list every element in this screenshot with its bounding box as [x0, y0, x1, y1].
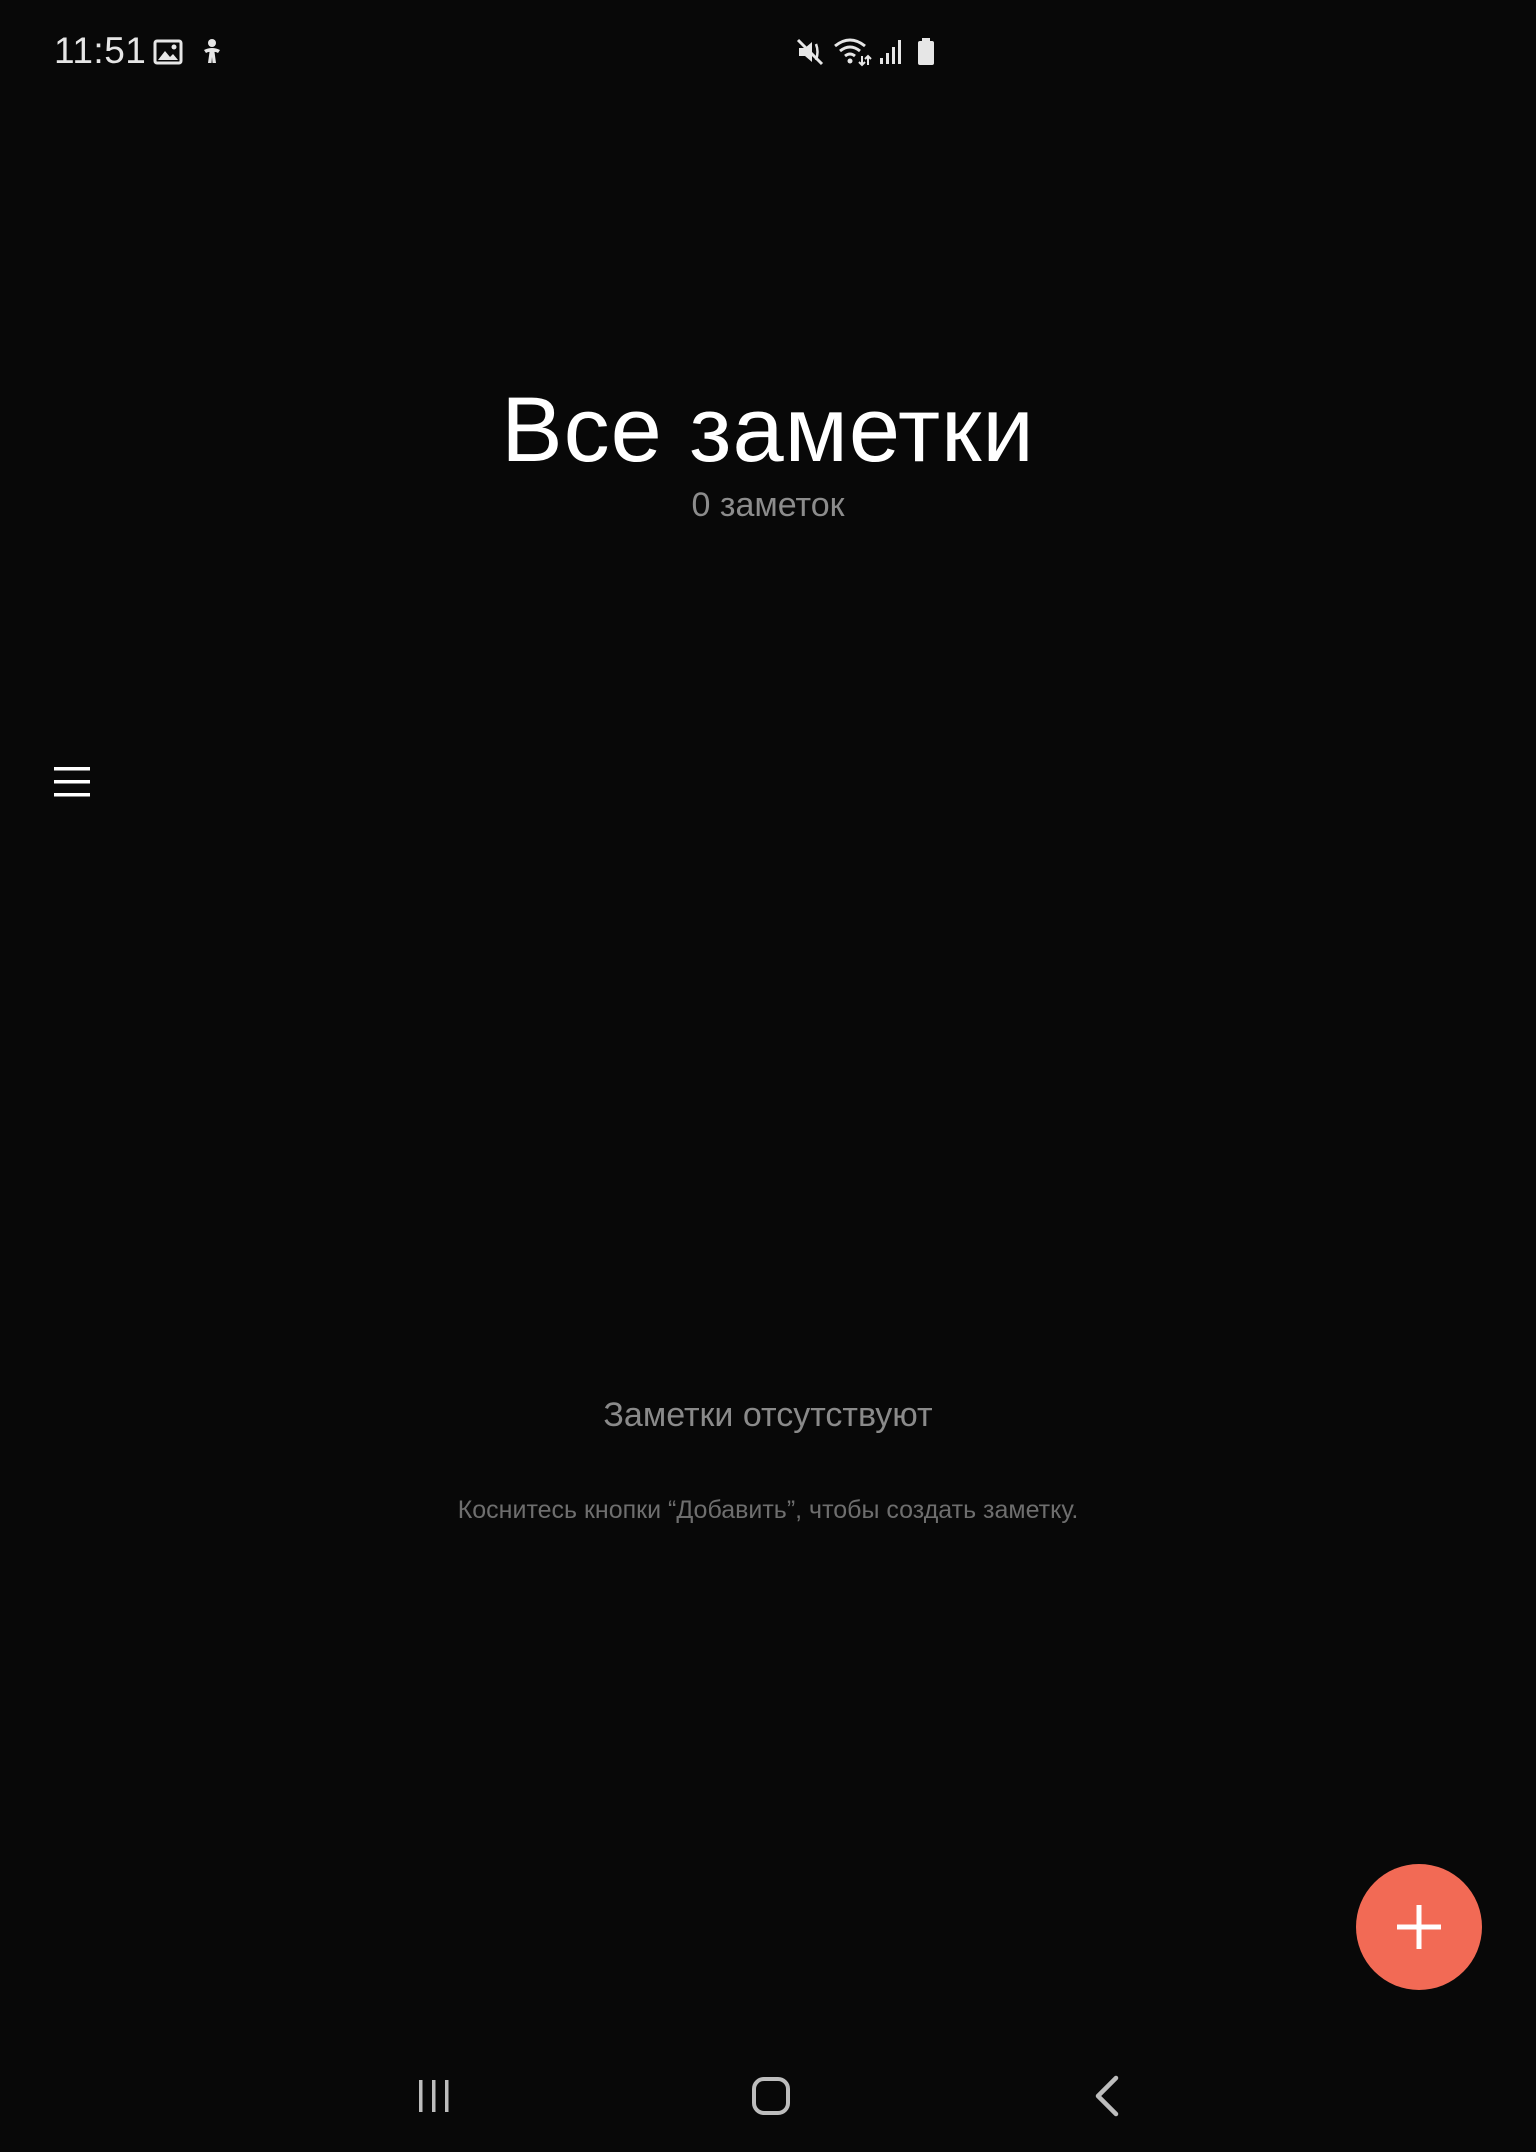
recent-apps-icon: [419, 2080, 449, 2112]
hamburger-menu-icon: [54, 767, 90, 797]
recent-apps-button[interactable]: [392, 2054, 476, 2138]
menu-button[interactable]: [40, 748, 106, 814]
page-title: Все заметки: [501, 379, 1035, 481]
home-icon: [752, 2077, 790, 2115]
signal-icon: [876, 36, 908, 68]
back-icon: [1095, 2075, 1119, 2117]
status-time: 11:51: [54, 30, 147, 71]
empty-state-title: Заметки отсутствуют: [603, 1396, 933, 1434]
wifi-icon: [832, 36, 872, 68]
status-bar: 11:51: [0, 0, 1536, 104]
empty-state-hint: Коснитесь кнопки “Добавить”, чтобы созда…: [457, 1496, 1079, 1524]
back-button[interactable]: [1066, 2054, 1150, 2138]
note-count: 0 заметок: [691, 486, 845, 524]
battery-icon: [910, 36, 942, 68]
navigation-bar: [0, 2040, 1536, 2152]
add-note-button[interactable]: [1356, 1864, 1482, 1990]
plus-icon: [1397, 1905, 1441, 1949]
accessibility-icon: [196, 36, 228, 68]
gallery-icon: [152, 36, 184, 68]
home-button[interactable]: [729, 2054, 813, 2138]
mute-icon: [794, 36, 826, 68]
